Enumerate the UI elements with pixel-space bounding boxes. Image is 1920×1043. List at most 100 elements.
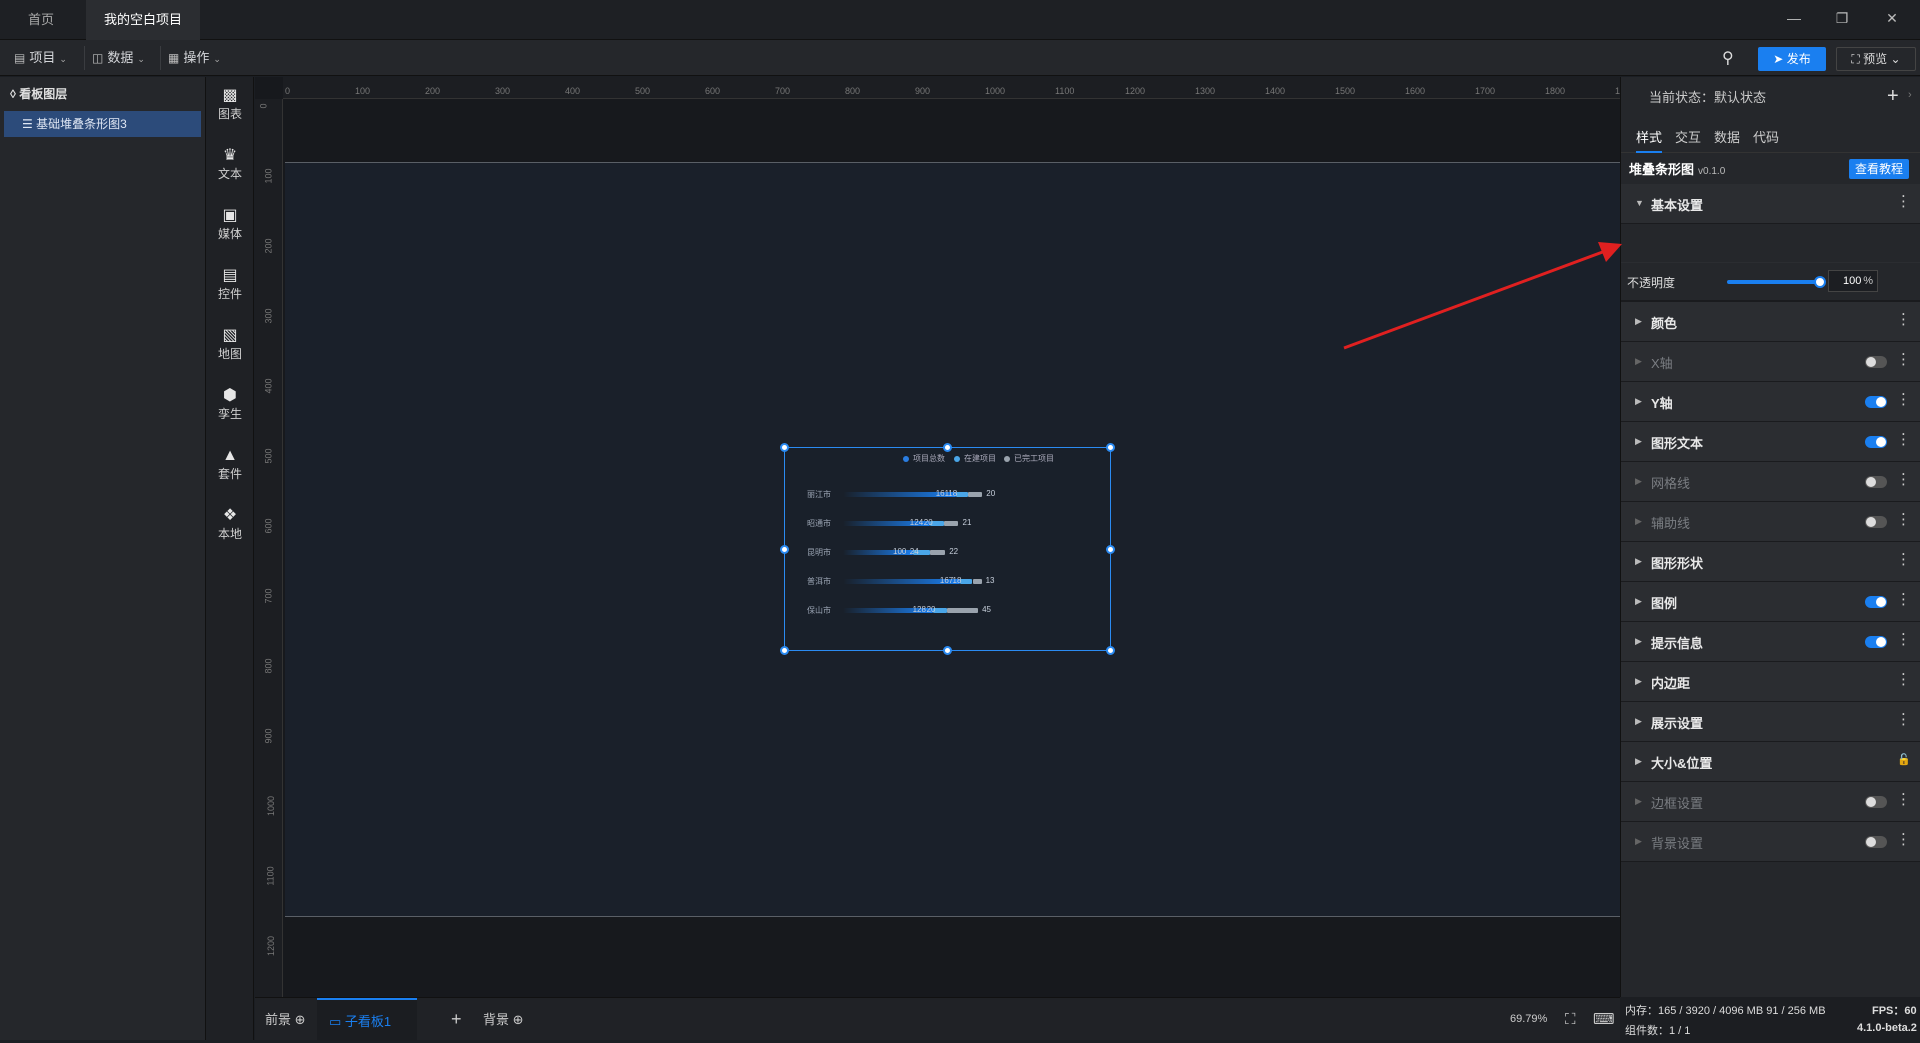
caret-right-icon: ▶ [1635, 716, 1642, 726]
layer-item[interactable]: ☰ 基础堆叠条形图3 [4, 111, 201, 137]
tab-background[interactable]: 背景 ⊕ [483, 998, 524, 1041]
resize-handle[interactable] [1106, 646, 1115, 655]
section-toggle[interactable] [1865, 436, 1887, 448]
tab-data[interactable]: 数据 [1714, 127, 1740, 146]
menu-data[interactable]: ◫ 数据 ⌄ [92, 40, 145, 76]
section-13[interactable]: ▶ 大小&位置 🔓 [1621, 742, 1920, 782]
menu-project[interactable]: ▤ 项目 ⌄ [14, 40, 67, 76]
lock-icon[interactable]: 🔓 [1897, 751, 1911, 769]
more-icon[interactable]: ⋮ [1896, 591, 1911, 609]
palette-kit[interactable]: ▲ 套件 [206, 447, 254, 482]
section-toggle[interactable] [1865, 396, 1887, 408]
palette-control[interactable]: ▤ 控件 [206, 267, 254, 302]
close-icon[interactable]: ✕ [1882, 10, 1902, 30]
current-state[interactable]: 当前状态：默认状态 [1649, 77, 1766, 119]
more-icon[interactable]: ⋮ [1896, 551, 1911, 569]
tab-interaction[interactable]: 交互 [1675, 127, 1701, 146]
palette-media[interactable]: ▣ 媒体 [206, 207, 254, 242]
section-toggle[interactable] [1865, 356, 1887, 368]
more-icon[interactable]: ⋮ [1896, 311, 1911, 329]
section-toggle[interactable] [1865, 596, 1887, 608]
section-toggle[interactable] [1865, 516, 1887, 528]
resize-handle[interactable] [780, 545, 789, 554]
section-14[interactable]: ▶ 边框设置 ⋮ [1621, 782, 1920, 822]
opacity-slider[interactable] [1727, 280, 1820, 284]
section-2[interactable]: ▶ 颜色 ⋮ [1621, 302, 1920, 342]
search-icon[interactable]: ⚲ [1722, 48, 1734, 68]
more-icon[interactable]: ⋮ [1896, 711, 1911, 729]
stacked-bar-chart-widget[interactable]: 项目总数 在建项目 已完工项目 丽江市 161 18 20 昭通市 124 20 21 昆明市 1… [780, 443, 1115, 655]
preview-button[interactable]: ⛶ 预览 ⌄ [1836, 47, 1916, 71]
bar-segment[interactable] [946, 608, 979, 613]
more-icon[interactable]: ⋮ [1896, 193, 1911, 211]
bar-segment[interactable] [972, 579, 982, 584]
tab-code[interactable]: 代码 [1753, 127, 1779, 146]
section-6[interactable]: ▶ 网格线 ⋮ [1621, 462, 1920, 502]
add-circle-icon[interactable]: ⊕ [295, 1012, 306, 1027]
zoom-level[interactable]: 69.79% [1510, 998, 1547, 1041]
tab-foreground[interactable]: 前景 ⊕ [265, 998, 306, 1041]
section-toggle[interactable] [1865, 836, 1887, 848]
bar-segment[interactable] [959, 579, 973, 584]
section-toggle[interactable] [1865, 636, 1887, 648]
menu-operate[interactable]: ▦ 操作 ⌄ [168, 40, 221, 76]
section-3[interactable]: ▶ X轴 ⋮ [1621, 342, 1920, 382]
bar-segment[interactable] [955, 492, 969, 497]
section-10[interactable]: ▶ 提示信息 ⋮ [1621, 622, 1920, 662]
section-9[interactable]: ▶ 图例 ⋮ [1621, 582, 1920, 622]
resize-handle[interactable] [780, 443, 789, 452]
palette-chart[interactable]: ▩ 图表 [206, 87, 254, 122]
more-icon[interactable]: ⋮ [1896, 391, 1911, 409]
resize-handle[interactable] [943, 443, 952, 452]
more-icon[interactable]: ⋮ [1896, 631, 1911, 649]
opacity-slider-thumb[interactable] [1814, 276, 1826, 288]
add-state-icon[interactable]: + [1887, 85, 1899, 108]
bar-segment[interactable] [929, 550, 946, 555]
bar-segment[interactable] [968, 492, 983, 497]
media-icon: ▣ [222, 207, 238, 224]
section-toggle[interactable] [1865, 796, 1887, 808]
more-icon[interactable]: ⋮ [1896, 671, 1911, 689]
legend-label: 在建项目 [964, 454, 996, 463]
resize-handle[interactable] [780, 646, 789, 655]
section-8[interactable]: ▶ 图形形状 ⋮ [1621, 542, 1920, 582]
palette-twin[interactable]: ⬢ 孪生 [206, 387, 254, 422]
caret-right-icon: ▶ [1635, 356, 1642, 366]
resize-handle[interactable] [943, 646, 952, 655]
section-15[interactable]: ▶ 背景设置 ⋮ [1621, 822, 1920, 862]
tutorial-button[interactable]: 查看教程 [1849, 159, 1909, 179]
section-toggle[interactable] [1865, 476, 1887, 488]
section-label: 背景设置 [1651, 836, 1704, 851]
tab-style[interactable]: 样式 [1636, 127, 1663, 153]
section-7[interactable]: ▶ 辅助线 ⋮ [1621, 502, 1920, 542]
section-11[interactable]: ▶ 内边距 ⋮ [1621, 662, 1920, 702]
more-icon[interactable]: ⋮ [1896, 351, 1911, 369]
section-5[interactable]: ▶ 图形文本 ⋮ [1621, 422, 1920, 462]
chevron-right-icon[interactable]: › [1908, 89, 1912, 101]
resize-handle[interactable] [1106, 443, 1115, 452]
add-board-icon[interactable]: + [451, 998, 462, 1041]
more-icon[interactable]: ⋮ [1896, 831, 1911, 849]
add-circle-icon[interactable]: ⊕ [513, 1012, 524, 1027]
section-0[interactable]: ▼ 基本设置 ⋮ [1621, 184, 1920, 224]
palette-map[interactable]: ▧ 地图 [206, 327, 254, 362]
fit-screen-icon[interactable]: ⛶ [1565, 998, 1576, 1041]
tab-home[interactable]: 首页 [10, 0, 76, 40]
more-icon[interactable]: ⋮ [1896, 791, 1911, 809]
keyboard-icon[interactable]: ⌨ [1593, 998, 1615, 1041]
section-12[interactable]: ▶ 展示设置 ⋮ [1621, 702, 1920, 742]
section-4[interactable]: ▶ Y轴 ⋮ [1621, 382, 1920, 422]
restore-icon[interactable]: ❐ [1832, 10, 1852, 30]
tab-project[interactable]: 我的空白项目 [86, 0, 200, 65]
palette-local[interactable]: ❖ 本地 [206, 507, 254, 542]
bar-segment[interactable] [943, 521, 959, 526]
minimize-icon[interactable]: — [1784, 10, 1804, 30]
tab-sub-board[interactable]: ▭ 子看板1 [317, 998, 417, 1041]
resize-handle[interactable] [1106, 545, 1115, 554]
palette-text[interactable]: ♛ 文本 [206, 147, 254, 182]
more-icon[interactable]: ⋮ [1896, 471, 1911, 489]
more-icon[interactable]: ⋮ [1896, 511, 1911, 529]
opacity-input[interactable]: 100% [1828, 270, 1878, 292]
more-icon[interactable]: ⋮ [1896, 431, 1911, 449]
publish-button[interactable]: ➤ 发布 [1758, 47, 1826, 71]
